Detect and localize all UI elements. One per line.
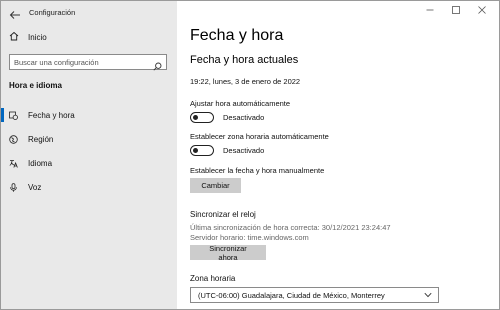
maximize-button[interactable] bbox=[443, 3, 469, 17]
auto-timezone-toggle[interactable] bbox=[190, 145, 214, 156]
sidebar-item-region[interactable]: Región bbox=[1, 127, 177, 151]
main-content: Fecha y hora Fecha y hora actuales 19:22… bbox=[177, 1, 499, 309]
home-link[interactable]: Inicio bbox=[9, 31, 47, 43]
minimize-icon bbox=[426, 9, 434, 11]
manual-datetime-label: Establecer la fecha y hora manualmente bbox=[190, 166, 325, 175]
sidebar-item-label: Idioma bbox=[28, 158, 53, 168]
sidebar-item-label: Región bbox=[28, 134, 54, 144]
section-heading-current: Fecha y hora actuales bbox=[190, 54, 299, 66]
sync-heading: Sincronizar el reloj bbox=[190, 210, 256, 219]
search-box[interactable] bbox=[9, 54, 167, 71]
time-server-text: Servidor horario: time.windows.com bbox=[190, 233, 309, 242]
microphone-icon bbox=[9, 182, 18, 192]
auto-timezone-label: Establecer zona horaria automáticamente bbox=[190, 132, 329, 141]
titlebar: Configuración bbox=[9, 5, 75, 19]
calendar-clock-icon bbox=[9, 111, 18, 120]
window-controls bbox=[417, 3, 495, 17]
page-title: Fecha y hora bbox=[190, 27, 284, 44]
section-title: Hora e idioma bbox=[9, 81, 62, 90]
auto-time-toggle[interactable] bbox=[190, 112, 214, 123]
timezone-select[interactable]: (UTC-06:00) Guadalajara, Ciudad de Méxic… bbox=[190, 287, 439, 303]
back-arrow-icon[interactable] bbox=[9, 7, 21, 19]
sidebar-item-voz[interactable]: Voz bbox=[1, 175, 177, 199]
sidebar-item-label: Fecha y hora bbox=[28, 110, 75, 120]
search-input[interactable] bbox=[10, 55, 150, 69]
auto-time-row: Desactivado bbox=[190, 112, 264, 123]
last-sync-text: Última sincronización de hora correcta: … bbox=[190, 223, 391, 232]
home-icon bbox=[9, 31, 19, 43]
current-datetime: 19:22, lunes, 3 de enero de 2022 bbox=[190, 77, 301, 86]
timezone-selected-value: (UTC-06:00) Guadalajara, Ciudad de Méxic… bbox=[198, 290, 385, 300]
timezone-label: Zona horaria bbox=[190, 274, 236, 283]
sidebar-nav: Fecha y hora Región Idioma Voz bbox=[1, 103, 177, 199]
home-label: Inicio bbox=[28, 32, 47, 42]
sidebar-item-fecha-y-hora[interactable]: Fecha y hora bbox=[1, 103, 177, 127]
change-button[interactable]: Cambiar bbox=[190, 178, 241, 193]
chevron-down-icon bbox=[424, 292, 432, 298]
close-icon bbox=[478, 6, 486, 14]
sidebar-item-idioma[interactable]: Idioma bbox=[1, 151, 177, 175]
language-icon bbox=[9, 159, 18, 168]
close-button[interactable] bbox=[469, 3, 495, 17]
sync-now-button[interactable]: Sincronizar ahora bbox=[190, 244, 266, 262]
auto-time-label: Ajustar hora automáticamente bbox=[190, 99, 291, 108]
sidebar-item-label: Voz bbox=[28, 182, 42, 192]
auto-timezone-state: Desactivado bbox=[223, 146, 265, 155]
maximize-icon bbox=[452, 6, 460, 14]
minimize-button[interactable] bbox=[417, 3, 443, 17]
auto-timezone-row: Desactivado bbox=[190, 145, 264, 156]
settings-window: Configuración Inicio Hora e idioma Fecha… bbox=[0, 0, 500, 310]
search-icon[interactable] bbox=[153, 58, 162, 71]
app-title: Configuración bbox=[29, 7, 76, 17]
sidebar: Configuración Inicio Hora e idioma Fecha… bbox=[1, 1, 177, 309]
auto-time-state: Desactivado bbox=[223, 113, 265, 122]
globe-icon bbox=[9, 134, 18, 144]
